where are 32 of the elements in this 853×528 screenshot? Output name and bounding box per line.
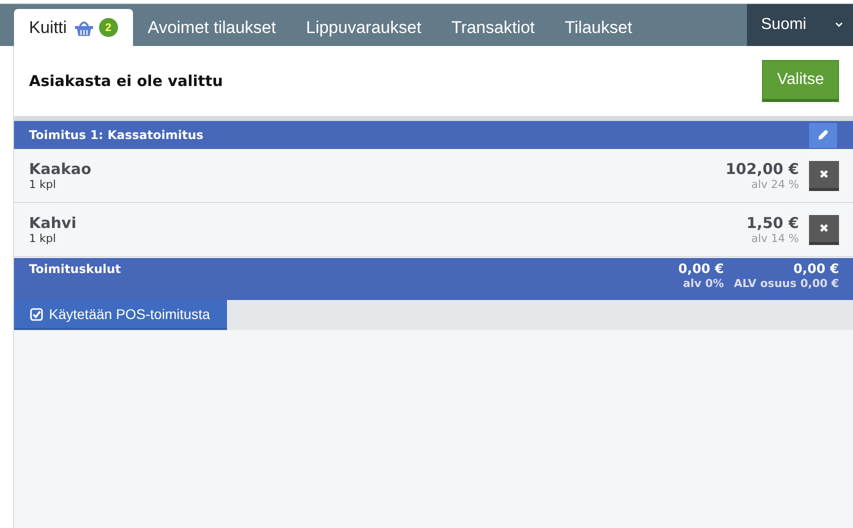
pencil-icon — [817, 129, 829, 141]
shipping-price: 0,00 € — [678, 262, 724, 277]
tab[interactable]: Tilaukset — [550, 9, 648, 46]
select-button[interactable]: Valitse — [762, 60, 839, 102]
count-badge: 2 — [98, 18, 118, 37]
edit-button[interactable] — [809, 122, 837, 148]
pos-delivery-toggle[interactable]: Käytetään POS-toimitusta — [14, 300, 227, 330]
shipping-label: Toimituskulut — [29, 262, 122, 276]
remove-button[interactable] — [809, 160, 839, 190]
tab[interactable]: Avoimet tilaukset — [132, 9, 291, 46]
item-price: 102,00 € — [725, 160, 799, 178]
item-vat: alv 24 % — [751, 178, 799, 191]
shipping-vat: alv 0% — [683, 277, 724, 290]
item-name: Kahvi — [29, 214, 78, 232]
basket-icon — [74, 18, 94, 36]
shipping-total: 0,00 € — [793, 262, 839, 277]
delivery-title: Toimitus 1: Kassatoimitus — [29, 128, 204, 142]
tab[interactable]: Transaktiot — [436, 9, 550, 46]
remove-button[interactable] — [809, 214, 839, 244]
close-icon — [819, 169, 829, 179]
caret-icon — [835, 22, 843, 28]
customer-status: Asiakasta ei ole valittu — [29, 72, 223, 90]
item-name: Kaakao — [29, 160, 92, 178]
vat-share: ALV osuus 0,00 € — [734, 277, 839, 290]
item-quantity: 1 kpl — [29, 178, 57, 191]
item-vat: alv 14 % — [751, 232, 799, 245]
language-dropdown[interactable]: Suomi — [747, 4, 853, 46]
close-icon — [819, 223, 829, 233]
item-price: 1,50 € — [746, 214, 799, 232]
tab[interactable]: Lippuvaraukset — [291, 9, 436, 46]
item-quantity: 1 kpl — [29, 232, 57, 245]
tab[interactable]: Kuitti 2 — [14, 9, 133, 46]
